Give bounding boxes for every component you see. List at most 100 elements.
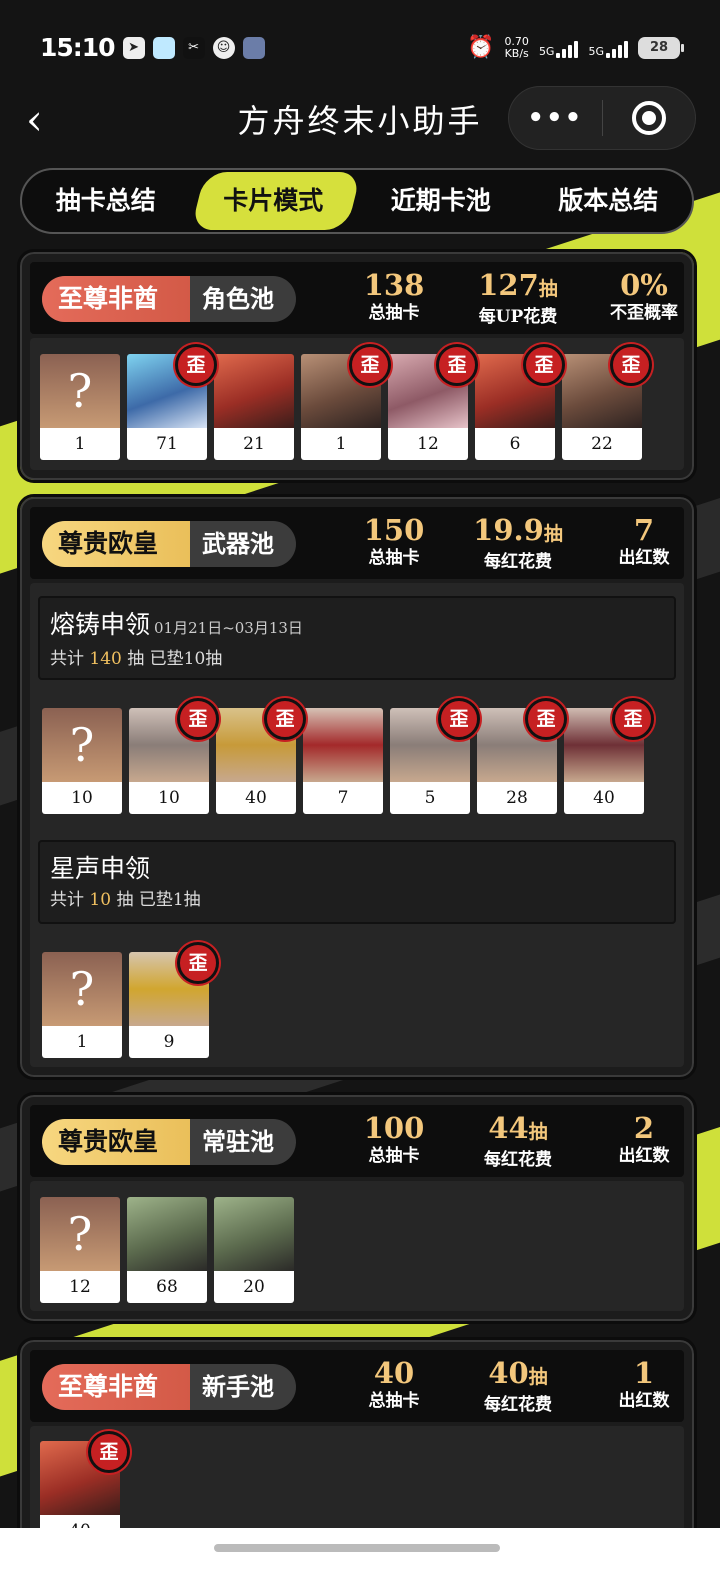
pool-rating-tag: 尊贵欧皇 武器池 [42,521,296,567]
stat-unit: 抽 [528,1121,548,1143]
pull-result-card[interactable]: 71 歪 [127,344,217,460]
nav-bar: ‹ 方舟终末小助手 ••• [0,86,720,158]
pull-count: 1 [42,1026,122,1058]
pull-result-card[interactable]: 22 歪 [562,344,652,460]
stat-unit: 抽 [543,523,563,545]
stat-label: 总抽卡 [368,1146,420,1166]
pull-count: 71 [127,428,207,460]
pull-count: 6 [475,428,555,460]
target-icon [631,101,666,135]
pending-pull-card[interactable]: ? 1 [40,354,120,460]
pull-result-card[interactable]: 10 歪 [129,698,219,814]
rating-label: 尊贵欧皇 [42,1119,190,1165]
mini-program-capsule: ••• [508,86,696,150]
stat-label: 出红数 [618,1391,670,1411]
battery-icon: 28 [638,36,684,59]
question-mark-icon: ? [40,1197,120,1271]
pull-result-card[interactable]: 21 [214,354,294,460]
off-banner-badge: 歪 [177,698,219,740]
stat-block: 7 出红数 [584,513,692,569]
pull-result-card[interactable]: 40 歪 [564,698,654,814]
pool-rating-tag: 尊贵欧皇 常驻池 [42,1119,296,1165]
signal-5g-1: 5G [539,38,579,58]
pull-count: 1 [40,428,120,460]
question-mark-icon: ? [42,708,122,782]
off-banner-badge: 歪 [264,698,306,740]
pull-result-card[interactable]: 6歪 [475,344,565,460]
stat-block: 138 总抽卡 [334,268,454,324]
pull-results-row: ? 1 9 歪 [42,942,219,1058]
sub-pool-panel[interactable]: 熔铸申领 01月21日~03月13日 共计 140 抽 已垫10抽 [38,596,676,680]
pull-result-card[interactable]: 1歪 [301,344,391,460]
pool-card-body: 熔铸申领 01月21日~03月13日 共计 140 抽 已垫10抽? 10 10 歪 40 歪… [30,583,684,1067]
pull-count: 21 [214,428,294,460]
pull-result-card[interactable]: 7 [303,708,383,814]
stat-value: 40 [373,1356,415,1390]
off-banner-badge: 歪 [610,344,652,386]
stat-value: 2 [633,1111,655,1145]
rating-label: 至尊非酋 [42,276,190,322]
pending-pull-card[interactable]: ? 1 [42,952,122,1058]
pull-count: 28 [477,782,557,814]
pull-result-card[interactable]: 20 [214,1197,294,1303]
pull-result-card[interactable]: 28 歪 [477,698,567,814]
pool-card: 尊贵欧皇 常驻池 100 总抽卡 44抽 每红花费 2 出红数? 12 68 20 [17,1092,697,1324]
pool-card-header: 至尊非酋 角色池 138 总抽卡 127抽 每UP花费 0% 不歪概率 [30,262,684,334]
sub-pool-panel[interactable]: 星声申领 共计 10 抽 已垫1抽 [38,840,676,924]
pool-card-header: 尊贵欧皇 武器池 150 总抽卡 19.9抽 每红花费 7 出红数 [30,507,684,579]
close-button[interactable] [603,101,696,135]
pull-results-row: ? 10 10 歪 40 歪 7 5 歪 28 歪 40 歪 [42,698,654,814]
stat-unit: 抽 [528,1366,548,1388]
pull-count: 1 [301,428,381,460]
pool-card: 至尊非酋 角色池 138 总抽卡 127抽 每UP花费 0% 不歪概率? 1 71 歪 21 1 歪 12 歪… [17,249,697,483]
pool-card-header: 尊贵欧皇 常驻池 100 总抽卡 44抽 每红花费 2 出红数 [30,1105,684,1177]
sub-pool-date: 01月21日~03月13日 [154,619,303,637]
question-mark-icon: ? [40,354,120,428]
stat-block: 44抽 每红花费 [458,1111,578,1171]
avatar-icon [242,36,265,59]
stat-label: 出红数 [618,548,670,568]
more-button[interactable]: ••• [509,103,602,133]
stat-block: 0% 不歪概率 [584,268,692,324]
pool-rating-tag: 至尊非酋 角色池 [42,276,296,322]
tab-summary[interactable]: 抽卡总结 [22,170,190,232]
stat-value: 1 [633,1356,655,1390]
stat-value: 138 [363,268,425,302]
total-pulls: 10 [89,890,112,910]
sub-pool-name: 星声申领 [50,854,151,883]
stat-unit: 抽 [538,278,558,300]
pull-count: 12 [40,1271,120,1303]
pull-count: 10 [42,782,122,814]
pull-result-card[interactable]: 9歪 [129,942,219,1058]
tab-card-mode[interactable]: 卡片模式 [190,170,358,232]
pull-results-row: ? 12 68 20 [40,1197,301,1303]
pool-card: 尊贵欧皇 武器池 150 总抽卡 19.9抽 每红花费 7 出红数 熔铸申领 01月21日~03月… [17,494,697,1080]
pull-result-card[interactable]: 5歪 [390,698,480,814]
pool-rating-tag: 至尊非酋 新手池 [42,1364,296,1410]
off-banner-badge: 歪 [525,698,567,740]
stat-block: 40 总抽卡 [334,1356,454,1412]
off-banner-badge: 歪 [177,942,219,984]
tab-version-summary[interactable]: 版本总结 [525,170,693,232]
stat-block: 150 总抽卡 [334,513,454,569]
stat-block: 2 出红数 [584,1111,692,1167]
chat-icon: ☺ [212,36,235,59]
pull-result-card[interactable]: 40 歪 [216,698,306,814]
tab-recent-pools[interactable]: 近期卡池 [357,170,525,232]
weapon-image [303,708,383,782]
pending-pull-card[interactable]: ? 10 [42,708,122,814]
pull-result-card[interactable]: 68 [127,1197,207,1303]
pity-count: 已垫10抽 [149,649,223,669]
pull-result-card[interactable]: 12 歪 [388,344,478,460]
status-time: 15:10 [40,33,116,62]
total-suffix: 抽 [111,890,139,910]
stat-value: 40抽 [488,1356,548,1390]
alarm-icon: ⏰ [467,35,495,60]
home-indicator[interactable] [214,1544,500,1552]
pending-pull-card[interactable]: ? 12 [40,1197,120,1303]
off-banner-badge: 歪 [612,698,654,740]
pool-name: 角色池 [202,284,274,313]
home-indicator-bar [0,1528,720,1584]
stat-block: 127抽 每UP花费 [458,268,578,328]
pull-results-row: ? 1 71 歪 21 1 歪 12 歪 6 歪 22 歪 [40,344,652,460]
